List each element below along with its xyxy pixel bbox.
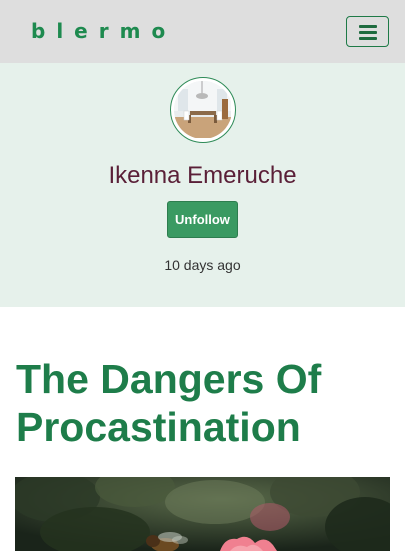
- post-title: The Dangers Of Procastination: [16, 356, 322, 450]
- room-photo-icon: [174, 81, 231, 138]
- brand-logo[interactable]: blermo: [31, 18, 176, 44]
- post-timestamp: 10 days ago: [164, 257, 241, 273]
- author-name[interactable]: Ikenna Emeruche: [0, 161, 405, 191]
- top-navbar: blermo: [0, 0, 405, 63]
- post-hero-image: [15, 477, 390, 551]
- author-profile-section: Ikenna Emeruche Unfollow 10 days ago: [0, 63, 405, 307]
- avatar-image: [174, 81, 232, 139]
- flower-bee-photo: [15, 477, 390, 551]
- menu-toggle-button[interactable]: [346, 16, 389, 47]
- avatar[interactable]: [170, 77, 236, 143]
- unfollow-button[interactable]: Unfollow: [167, 201, 238, 238]
